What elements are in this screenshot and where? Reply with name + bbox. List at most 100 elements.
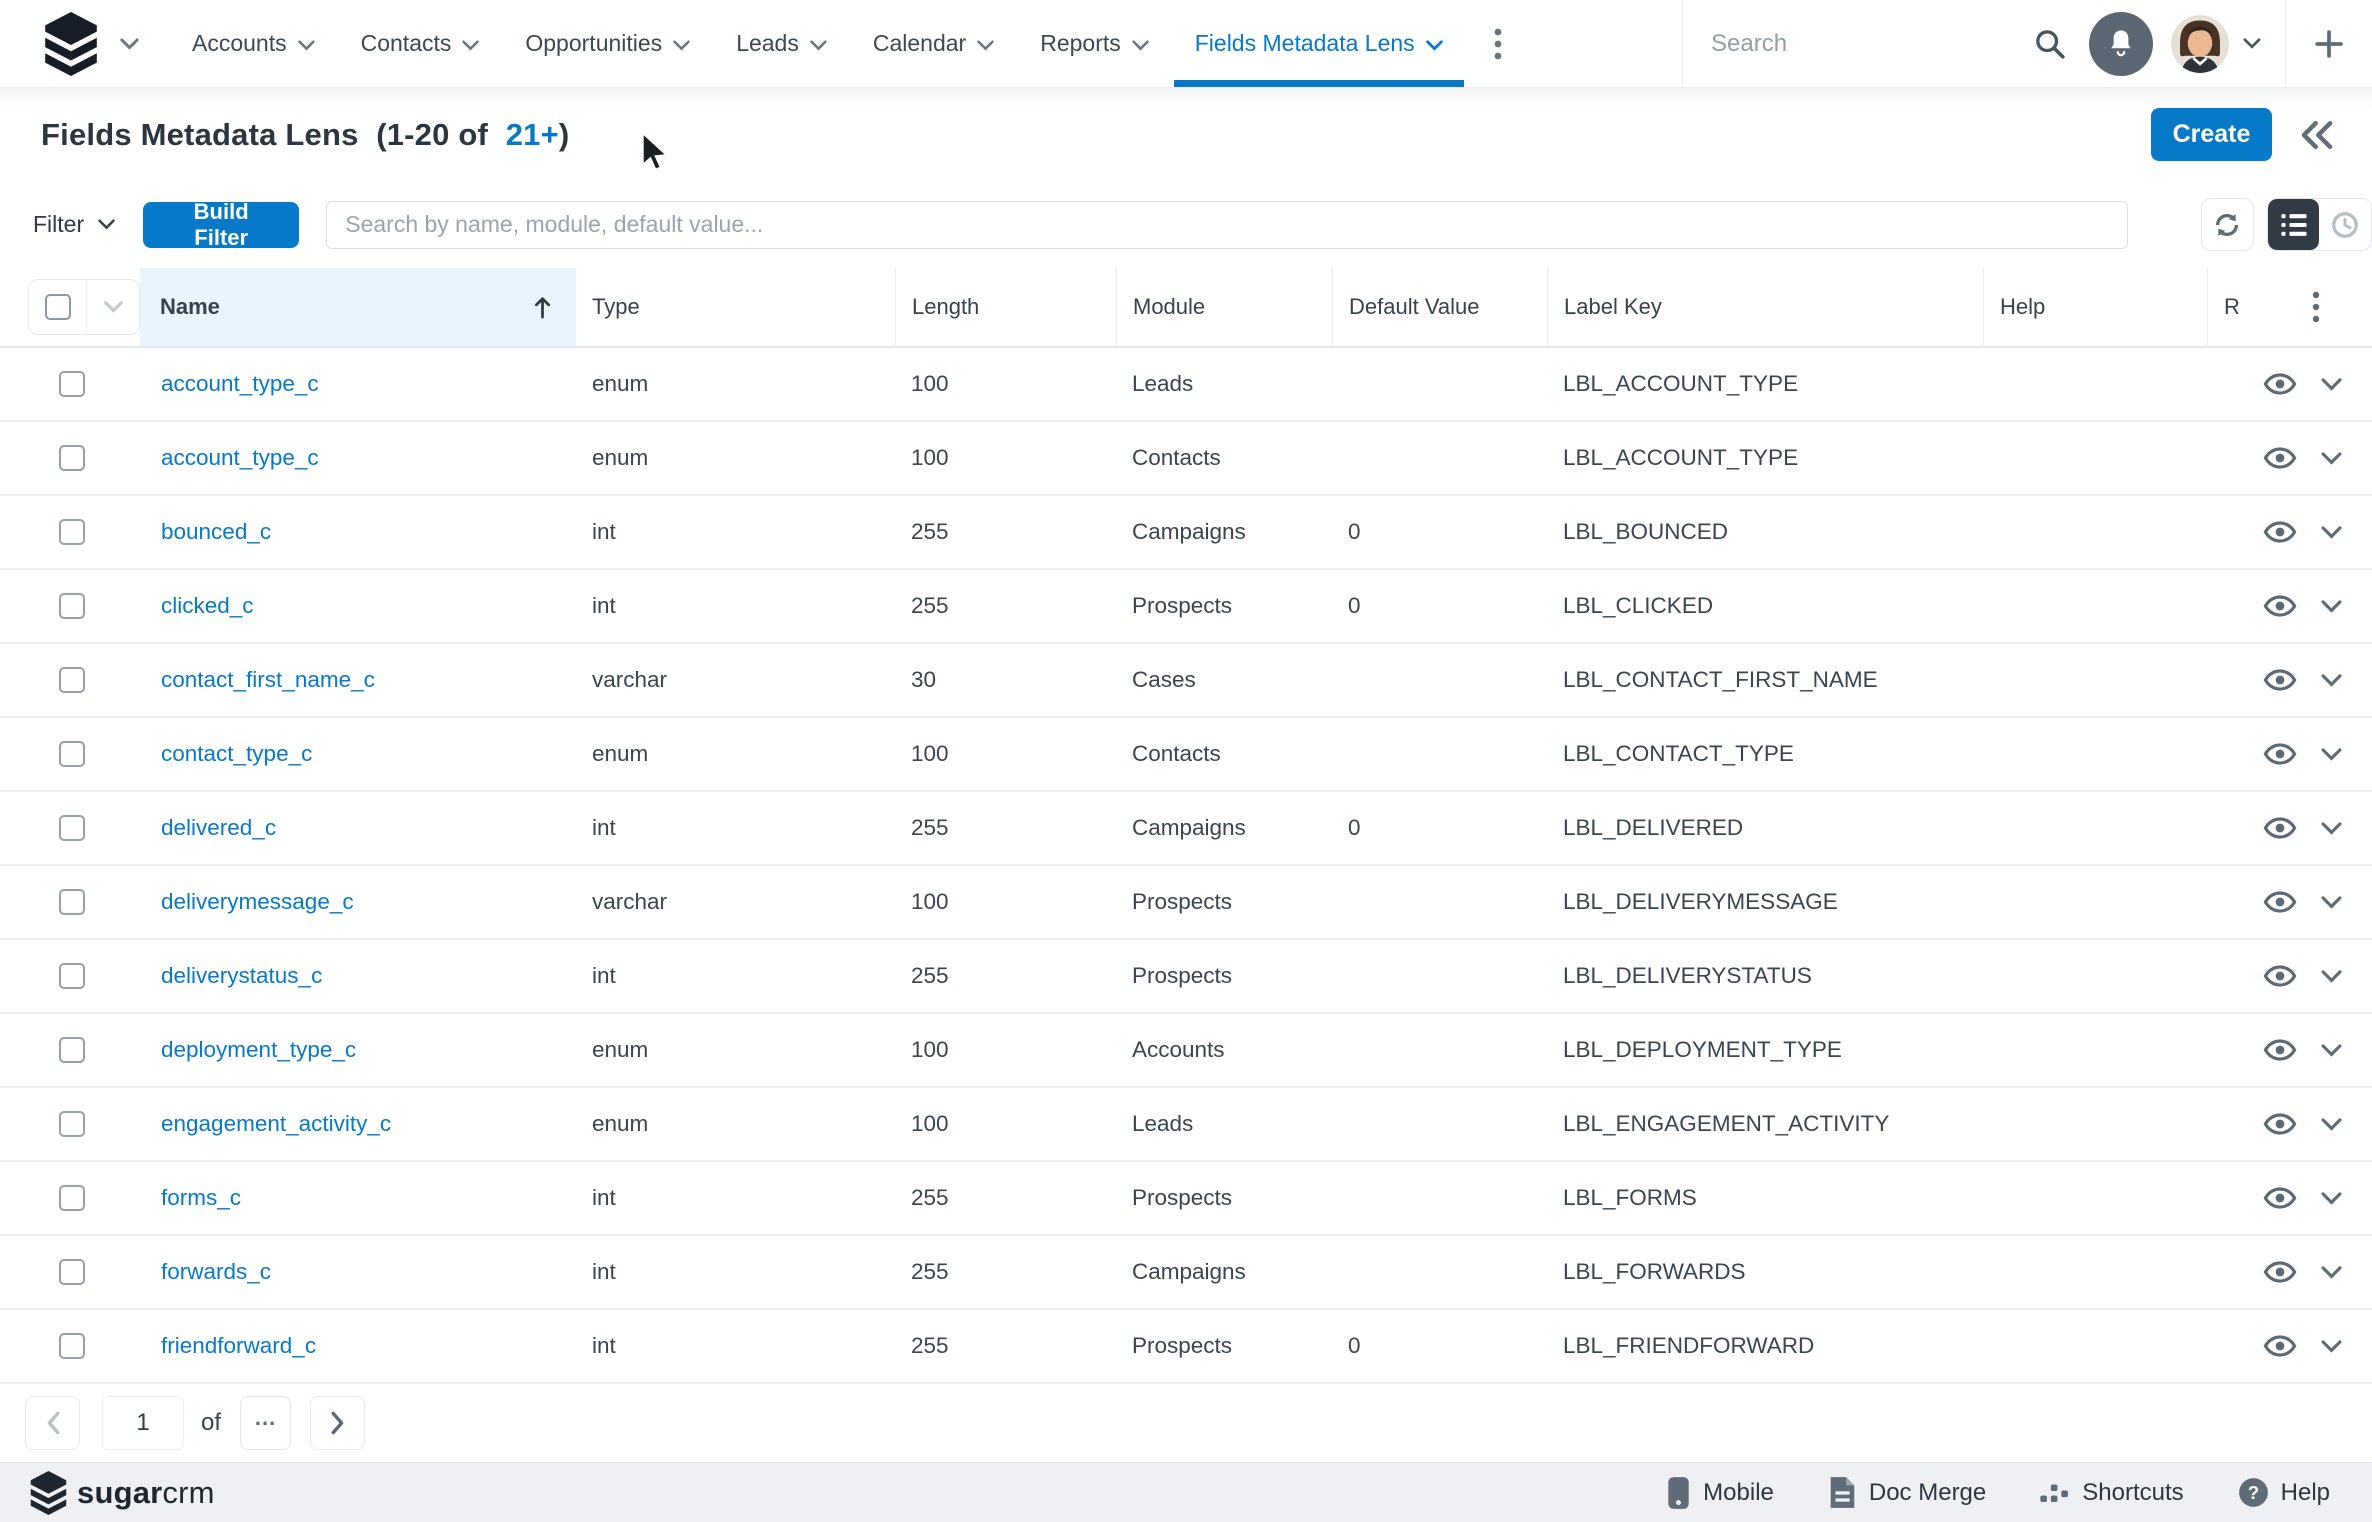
- mobile-link[interactable]: Mobile: [1666, 1476, 1774, 1510]
- next-page-button[interactable]: [310, 1396, 366, 1450]
- row-checkbox[interactable]: [59, 1185, 85, 1211]
- focus-preview-button[interactable]: [2263, 520, 2297, 544]
- row-actions-dropdown[interactable]: [2321, 747, 2342, 761]
- list-view-toggle[interactable]: [2267, 199, 2320, 250]
- focus-preview-button[interactable]: [2263, 964, 2297, 988]
- focus-preview-button[interactable]: [2263, 816, 2297, 840]
- column-header-module[interactable]: Module: [1116, 268, 1332, 346]
- table-row: forwards_c int 255 Campaigns LBL_FORWARD…: [0, 1236, 2372, 1310]
- nav-menu-item[interactable]: Leads: [713, 0, 850, 87]
- activity-timeline-toggle[interactable]: [2319, 199, 2371, 250]
- focus-preview-button[interactable]: [2263, 372, 2297, 396]
- row-actions-dropdown[interactable]: [2321, 451, 2342, 465]
- row-actions-dropdown[interactable]: [2321, 1265, 2342, 1279]
- focus-preview-button[interactable]: [2263, 890, 2297, 914]
- row-actions-dropdown[interactable]: [2321, 599, 2342, 613]
- row-actions-dropdown[interactable]: [2321, 1043, 2342, 1057]
- list-search-input[interactable]: [326, 200, 2129, 249]
- field-name-link[interactable]: deployment_type_c: [161, 1037, 356, 1062]
- select-all-dropdown[interactable]: [87, 280, 139, 334]
- nav-menu-item[interactable]: Contacts: [338, 0, 503, 87]
- shortcuts-link[interactable]: Shortcuts: [2040, 1479, 2184, 1507]
- nav-menu-item[interactable]: Calendar: [850, 0, 1017, 87]
- previous-page-button[interactable]: [25, 1396, 80, 1450]
- row-checkbox[interactable]: [59, 741, 85, 767]
- row-checkbox[interactable]: [59, 963, 85, 989]
- row-checkbox[interactable]: [59, 593, 85, 619]
- row-checkbox[interactable]: [59, 371, 85, 397]
- nav-overflow-menu[interactable]: [1466, 0, 1530, 87]
- focus-preview-button[interactable]: [2263, 1260, 2297, 1284]
- row-checkbox[interactable]: [59, 1259, 85, 1285]
- column-settings-kebab-icon[interactable]: [2312, 290, 2320, 324]
- column-header-name[interactable]: Name: [140, 268, 576, 346]
- row-checkbox[interactable]: [59, 519, 85, 545]
- total-count-link[interactable]: 21+: [506, 117, 559, 152]
- app-logo-menu[interactable]: [44, 11, 139, 76]
- focus-preview-button[interactable]: [2263, 1112, 2297, 1136]
- search-button[interactable]: [2033, 27, 2067, 61]
- focus-preview-button[interactable]: [2263, 446, 2297, 470]
- focus-preview-button[interactable]: [2263, 1334, 2297, 1358]
- field-name-link[interactable]: account_type_c: [161, 371, 319, 396]
- global-search-input[interactable]: [1711, 29, 2033, 58]
- row-checkbox[interactable]: [59, 445, 85, 471]
- quick-create-button[interactable]: [2286, 0, 2372, 87]
- focus-preview-button[interactable]: [2263, 594, 2297, 618]
- field-name-link[interactable]: contact_first_name_c: [161, 667, 375, 692]
- field-name-link[interactable]: forms_c: [161, 1185, 241, 1210]
- nav-menu-item[interactable]: Opportunities: [502, 0, 713, 87]
- field-name-link[interactable]: contact_type_c: [161, 741, 312, 766]
- field-name-link[interactable]: bounced_c: [161, 519, 271, 544]
- page-number-input[interactable]: [102, 1396, 184, 1450]
- nav-menu-item[interactable]: Reports: [1017, 0, 1172, 87]
- nav-menu-item[interactable]: Accounts: [169, 0, 338, 87]
- column-header-required[interactable]: R: [2207, 268, 2243, 346]
- row-actions-dropdown[interactable]: [2321, 821, 2342, 835]
- row-checkbox[interactable]: [59, 1333, 85, 1359]
- focus-preview-button[interactable]: [2263, 668, 2297, 692]
- field-name-link[interactable]: delivered_c: [161, 815, 276, 840]
- row-actions-dropdown[interactable]: [2321, 1117, 2342, 1131]
- field-name-link[interactable]: account_type_c: [161, 445, 319, 470]
- column-header-label-key[interactable]: Label Key: [1547, 268, 1983, 346]
- row-checkbox[interactable]: [59, 815, 85, 841]
- collapse-sidebar-button[interactable]: [2292, 120, 2342, 150]
- field-name-link[interactable]: friendforward_c: [161, 1333, 316, 1358]
- global-search[interactable]: [1683, 0, 2033, 87]
- build-filter-button[interactable]: Build Filter: [143, 199, 300, 250]
- doc-merge-link[interactable]: Doc Merge: [1828, 1476, 1986, 1509]
- focus-preview-button[interactable]: [2263, 742, 2297, 766]
- filter-dropdown[interactable]: Filter: [33, 211, 115, 238]
- column-header-length[interactable]: Length: [895, 268, 1116, 346]
- help-link[interactable]: ? Help: [2238, 1477, 2330, 1508]
- row-checkbox[interactable]: [59, 667, 85, 693]
- row-checkbox[interactable]: [59, 889, 85, 915]
- column-header-default-value[interactable]: Default Value: [1332, 268, 1547, 346]
- field-name-link[interactable]: clicked_c: [161, 593, 254, 618]
- focus-preview-button[interactable]: [2263, 1186, 2297, 1210]
- row-actions-dropdown[interactable]: [2321, 895, 2342, 909]
- row-actions-dropdown[interactable]: [2321, 1191, 2342, 1205]
- row-actions-dropdown[interactable]: [2321, 1339, 2342, 1353]
- focus-preview-button[interactable]: [2263, 1038, 2297, 1062]
- field-name-link[interactable]: engagement_activity_c: [161, 1111, 391, 1136]
- notifications-button[interactable]: [2089, 11, 2153, 76]
- nav-tab-fields-metadata-lens[interactable]: Fields Metadata Lens: [1172, 0, 1466, 87]
- row-actions-dropdown[interactable]: [2321, 673, 2342, 687]
- row-checkbox[interactable]: [59, 1111, 85, 1137]
- create-button[interactable]: Create: [2151, 108, 2272, 161]
- total-pages-button[interactable]: ...: [240, 1396, 292, 1450]
- row-actions-dropdown[interactable]: [2321, 525, 2342, 539]
- column-header-help[interactable]: Help: [1983, 268, 2207, 346]
- refresh-button[interactable]: [2201, 198, 2254, 251]
- field-name-link[interactable]: deliverystatus_c: [161, 963, 322, 988]
- row-actions-dropdown[interactable]: [2321, 377, 2342, 391]
- field-name-link[interactable]: forwards_c: [161, 1259, 271, 1284]
- field-name-link[interactable]: deliverymessage_c: [161, 889, 354, 914]
- row-actions-dropdown[interactable]: [2321, 969, 2342, 983]
- user-menu[interactable]: [2171, 14, 2261, 73]
- row-checkbox[interactable]: [59, 1037, 85, 1063]
- column-header-type[interactable]: Type: [576, 268, 895, 346]
- select-all-checkbox[interactable]: [29, 280, 88, 334]
